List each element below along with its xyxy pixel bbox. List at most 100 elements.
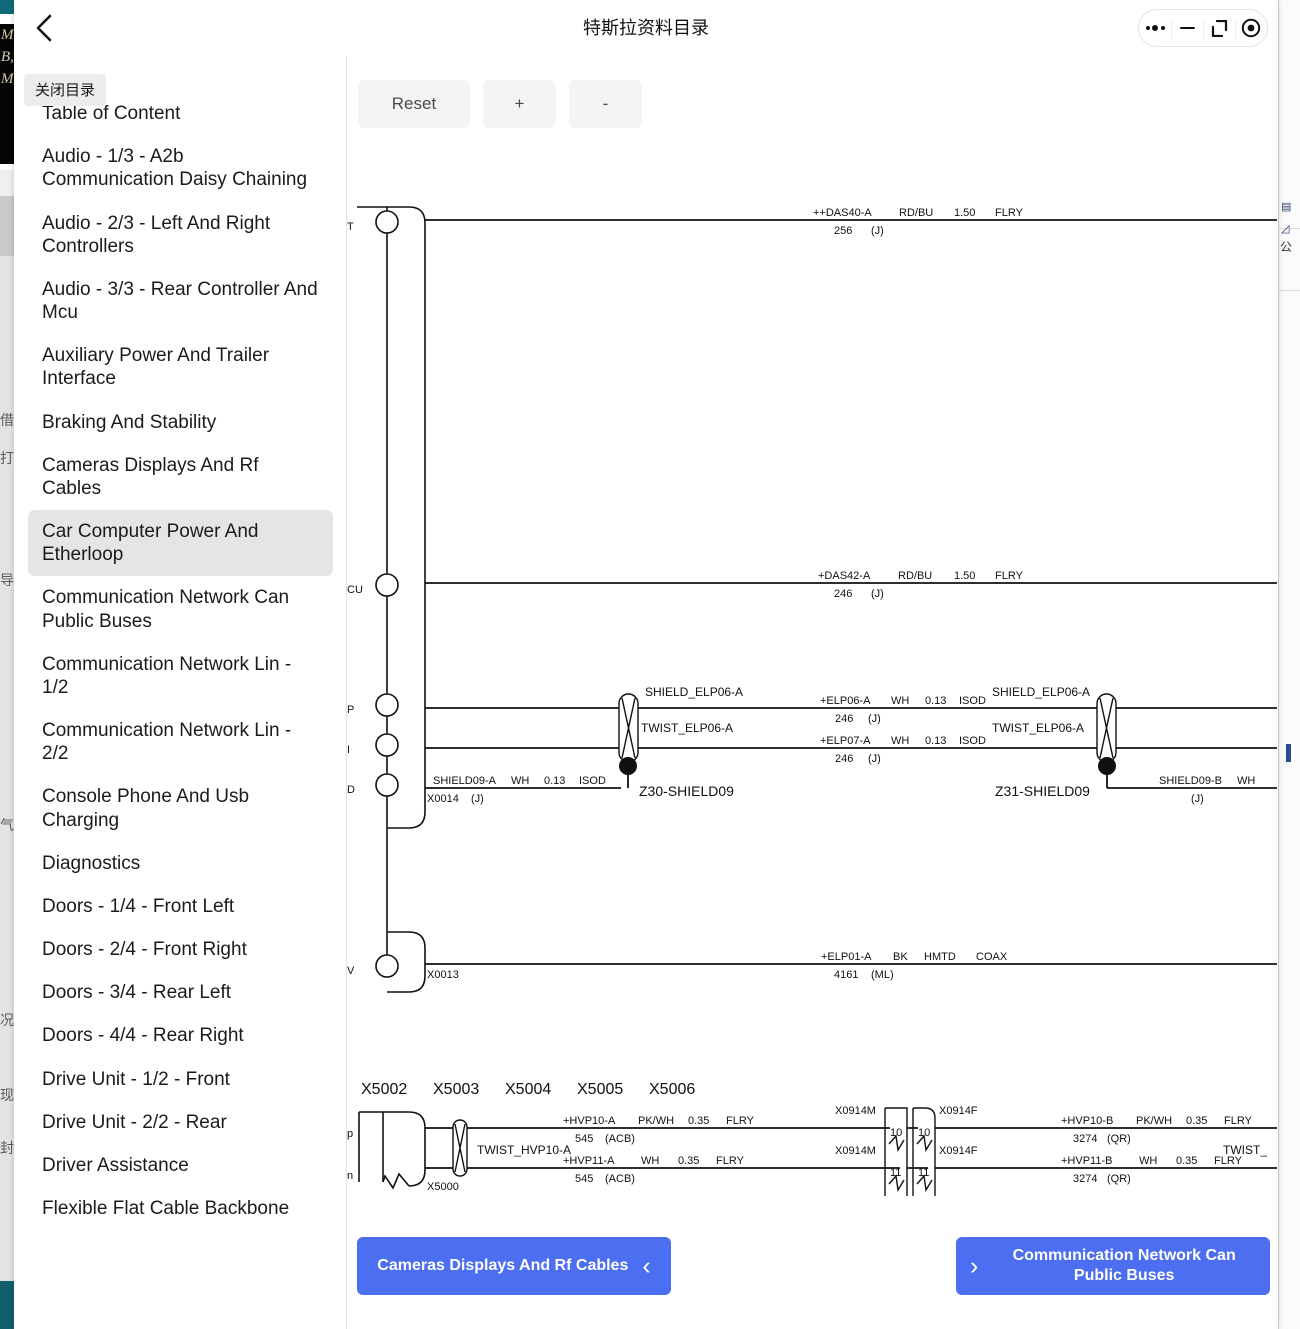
sidebar-item-console-phone-usb[interactable]: Console Phone And Usb Charging <box>28 775 333 841</box>
svg-text:X5000: X5000 <box>427 1181 459 1193</box>
svg-text:10: 10 <box>918 1127 930 1139</box>
wiring-diagram[interactable]: T CU P I D V ++DAS40-A RD/BU 1.50 FLRY 2… <box>347 192 1277 1232</box>
sidebar-item-lin-2-2[interactable]: Communication Network Lin - 2/2 <box>28 709 333 775</box>
svg-text:P: P <box>347 704 354 716</box>
svg-text:RD/BU: RD/BU <box>898 570 932 582</box>
svg-text:(QR): (QR) <box>1107 1173 1131 1185</box>
svg-text:CU: CU <box>347 584 363 596</box>
window-title: 特斯拉资料目录 <box>583 18 709 39</box>
svg-text:BK: BK <box>893 951 908 963</box>
svg-text:(ACB): (ACB) <box>605 1133 635 1145</box>
more-options-button[interactable] <box>1139 10 1171 46</box>
svg-text:FLRY: FLRY <box>726 1115 755 1127</box>
zoom-in-button[interactable]: + <box>483 80 556 128</box>
svg-text:WH: WH <box>891 695 909 707</box>
svg-text:+ELP01-A: +ELP01-A <box>821 951 872 963</box>
svg-text:SHIELD_ELP06-A: SHIELD_ELP06-A <box>645 685 743 699</box>
svg-text:+ELP06-A: +ELP06-A <box>820 695 871 707</box>
svg-text:FLRY: FLRY <box>995 207 1024 219</box>
connector-row-labels: X5002 X5003 X5004 X5005 X5006 <box>361 1081 695 1098</box>
sidebar-item-driver-assistance[interactable]: Driver Assistance <box>28 1144 333 1187</box>
wire-label-hvp11a: +HVP11-A WH 0.35 FLRY 545 (ACB) <box>563 1155 745 1185</box>
svg-text:I: I <box>347 744 350 756</box>
svg-text:WH: WH <box>891 735 909 747</box>
svg-text:X5004: X5004 <box>505 1081 551 1098</box>
wire-label-das42: +DAS42-A RD/BU 1.50 FLRY 246 (J) <box>818 570 1024 600</box>
svg-text:(ACB): (ACB) <box>605 1173 635 1185</box>
twist-symbol-right <box>1096 693 1117 763</box>
sidebar-item-audio-1-3[interactable]: Audio - 1/3 - A2b Communication Daisy Ch… <box>28 135 333 201</box>
app-window: 特斯拉资料目录 关闭目录 Table of Content Audio - 1/… <box>14 0 1278 1329</box>
prev-page-button[interactable]: Cameras Displays And Rf Cables ‹ <box>357 1237 671 1295</box>
svg-text:X0914M: X0914M <box>835 1105 876 1117</box>
svg-text:TWIST_: TWIST_ <box>1223 1143 1267 1157</box>
svg-text:SHIELD09-A: SHIELD09-A <box>433 775 497 787</box>
svg-text:0.35: 0.35 <box>688 1115 709 1127</box>
sidebar-item-auxiliary-power[interactable]: Auxiliary Power And Trailer Interface <box>28 334 333 400</box>
prev-page-label: Cameras Displays And Rf Cables <box>377 1257 629 1274</box>
sidebar-item-car-computer-power[interactable]: Car Computer Power And Etherloop <box>28 510 333 577</box>
twist-hvp-label: TWIST_HVP10-A <box>477 1143 571 1157</box>
pin-labels: T CU P I D V <box>347 221 363 977</box>
bg-scrollbar-thumb[interactable] <box>1286 744 1291 762</box>
sidebar-item-audio-3-3[interactable]: Audio - 3/3 - Rear Controller And Mcu <box>28 268 333 334</box>
sidebar-item-braking-and-stability[interactable]: Braking And Stability <box>28 401 333 444</box>
svg-text:PK/WH: PK/WH <box>638 1115 674 1127</box>
sidebar-item-doors-1-4[interactable]: Doors - 1/4 - Front Left <box>28 885 333 928</box>
svg-text:0.35: 0.35 <box>1176 1155 1197 1167</box>
circle-dot-icon <box>1241 18 1261 38</box>
zoom-out-button[interactable]: - <box>569 80 642 128</box>
sidebar-item-lin-1-2[interactable]: Communication Network Lin - 1/2 <box>28 643 333 709</box>
svg-text:(J): (J) <box>471 793 484 805</box>
sidebar-item-doors-2-4[interactable]: Doors - 2/4 - Front Right <box>28 928 333 971</box>
svg-text:ISOD: ISOD <box>579 775 606 787</box>
svg-text:SHIELD_ELP06-A: SHIELD_ELP06-A <box>992 685 1090 699</box>
svg-text:+DAS42-A: +DAS42-A <box>818 570 871 582</box>
svg-text:(J): (J) <box>868 713 881 725</box>
svg-text:+HVP11-B: +HVP11-B <box>1061 1155 1112 1167</box>
svg-text:0.13: 0.13 <box>544 775 565 787</box>
sidebar-item-diagnostics[interactable]: Diagnostics <box>28 842 333 885</box>
window-controls <box>1138 9 1268 47</box>
svg-text:+HVP10-A: +HVP10-A <box>563 1115 616 1127</box>
svg-text:p: p <box>347 1128 353 1140</box>
wiring-diagram-viewport[interactable]: T CU P I D V ++DAS40-A RD/BU 1.50 FLRY 2… <box>347 192 1277 1232</box>
svg-text:D: D <box>347 784 355 796</box>
toc-list: Table of Content Audio - 1/3 - A2b Commu… <box>14 92 346 1260</box>
svg-text:(J): (J) <box>871 225 884 237</box>
sidebar-item-can-public-buses[interactable]: Communication Network Can Public Buses <box>28 576 333 642</box>
svg-text:TWIST_HVP10-A: TWIST_HVP10-A <box>477 1143 571 1157</box>
twist-label-left: TWIST_ELP06-A <box>641 721 733 735</box>
sidebar-item-doors-4-4[interactable]: Doors - 4/4 - Rear Right <box>28 1014 333 1057</box>
bg-shape-icon: ◿ <box>1281 223 1290 235</box>
wire-label-hvp11b: +HVP11-B WH 0.35 FLRY 3274 (QR) <box>1061 1155 1243 1185</box>
svg-text:(J): (J) <box>1191 793 1204 805</box>
svg-text:4161: 4161 <box>834 969 858 981</box>
close-toc-tooltip: 关闭目录 <box>24 74 107 106</box>
sidebar-item-audio-2-3[interactable]: Audio - 2/3 - Left And Right Controllers <box>28 202 333 268</box>
bg-list-icon: ▤ <box>1281 201 1292 213</box>
sidebar-item-drive-unit-1-2[interactable]: Drive Unit - 1/2 - Front <box>28 1058 333 1101</box>
next-page-button[interactable]: › Communication Network Can Public Buses <box>956 1237 1270 1295</box>
svg-text:X5002: X5002 <box>361 1081 407 1098</box>
svg-text:X0914M: X0914M <box>835 1145 876 1157</box>
svg-text:V: V <box>347 965 355 977</box>
svg-text:TWIST_ELP06-A: TWIST_ELP06-A <box>641 721 733 735</box>
svg-text:WH: WH <box>641 1155 659 1167</box>
shield-label-right: SHIELD_ELP06-A <box>992 685 1090 699</box>
sidebar-item-doors-3-4[interactable]: Doors - 3/4 - Rear Left <box>28 971 333 1014</box>
reset-button[interactable]: Reset <box>358 80 470 128</box>
svg-text:T: T <box>347 221 354 233</box>
sidebar-item-drive-unit-2-2[interactable]: Drive Unit - 2/2 - Rear <box>28 1101 333 1144</box>
close-button[interactable] <box>1235 10 1267 46</box>
svg-text:0.13: 0.13 <box>925 735 946 747</box>
maximize-button[interactable] <box>1203 10 1235 46</box>
splice-text: Z30-SHIELD09 Z31-SHIELD09 <box>639 783 1090 799</box>
minimize-button[interactable] <box>1171 10 1203 46</box>
sidebar-item-flexible-flat-cable[interactable]: Flexible Flat Cable Backbone <box>28 1187 333 1230</box>
svg-text:(J): (J) <box>868 753 881 765</box>
sidebar-item-cameras-displays[interactable]: Cameras Displays And Rf Cables <box>28 444 333 510</box>
svg-text:545: 545 <box>575 1133 593 1145</box>
page-navigation: Cameras Displays And Rf Cables ‹ › Commu… <box>357 1237 1270 1295</box>
svg-text:X0914F: X0914F <box>939 1145 978 1157</box>
